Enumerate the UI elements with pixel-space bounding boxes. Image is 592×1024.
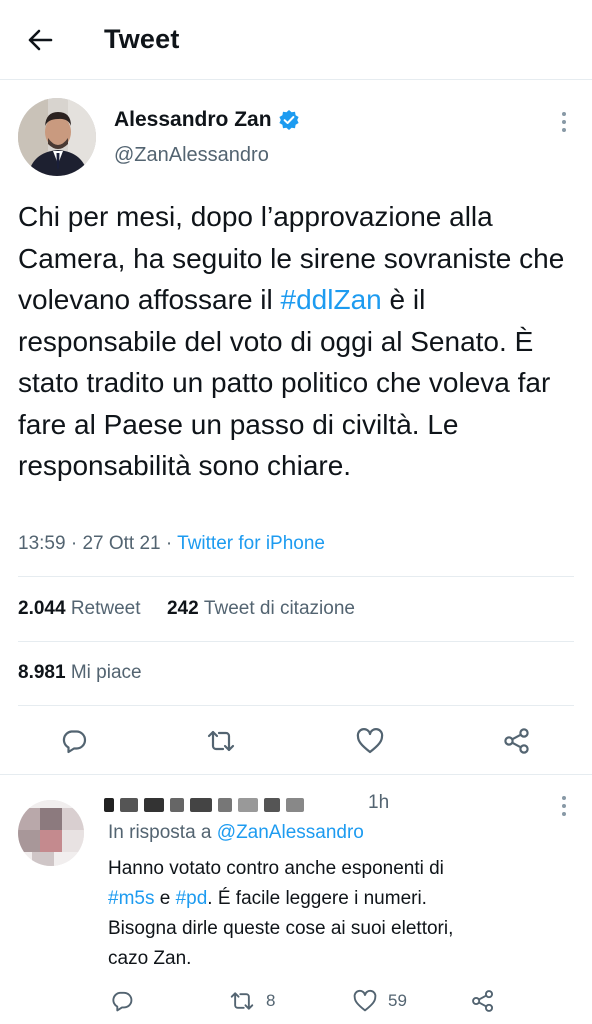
reply-action-bar: 8 59	[0, 986, 592, 1016]
page-title: Tweet	[104, 24, 180, 54]
hashtag-link[interactable]: #ddlZan	[281, 284, 382, 315]
retweets-label: Retweet	[70, 598, 141, 619]
share-button[interactable]	[494, 718, 540, 764]
reply-share-button[interactable]	[470, 986, 496, 1016]
share-icon	[470, 989, 496, 1013]
verified-badge-icon	[278, 109, 300, 131]
quotes-link[interactable]: 242 Tweet di citazione	[167, 598, 355, 619]
reply-text-line: Bisogna dirle queste cose ai suoi eletto…	[108, 918, 454, 939]
quotes-label: Tweet di citazione	[203, 598, 355, 619]
likes-stats[interactable]: 8.981 Mi piace	[18, 662, 142, 684]
separator-dot: ·	[70, 533, 83, 554]
retweets-link[interactable]: 2.044 Retweet	[18, 598, 141, 619]
separator-dot: ·	[165, 533, 178, 554]
reply-icon	[110, 989, 134, 1013]
author-name-text: Alessandro Zan	[114, 108, 272, 131]
reply-text: Hanno votato contro anche esponenti di #…	[108, 854, 568, 974]
divider	[18, 576, 574, 577]
more-options-icon	[562, 796, 566, 816]
likes-count: 8.981	[18, 662, 66, 683]
reply-more-options-button[interactable]	[552, 792, 576, 820]
retweet-icon	[205, 727, 237, 755]
tweet-text: Chi per mesi, dopo l’approvazione alla C…	[18, 196, 578, 487]
section-divider	[0, 774, 592, 775]
hashtag-link[interactable]: #pd	[176, 888, 208, 909]
tweet-time: 13:59	[18, 533, 66, 554]
more-options-icon	[562, 112, 566, 132]
reply-text-line: #m5s e #pd. É facile leggere i numeri.	[108, 884, 568, 914]
hashtag-link[interactable]: #m5s	[108, 888, 154, 909]
like-icon	[352, 989, 378, 1013]
reply-reply-button[interactable]	[110, 986, 134, 1016]
more-options-button[interactable]	[552, 108, 576, 136]
reply-text-part: e	[154, 888, 176, 909]
quotes-count: 242	[166, 598, 199, 619]
tweet-date: 27 Ott 21	[82, 533, 161, 554]
tweet-metadata: 13:59 · 27 Ott 21 · Twitter for iPhone	[18, 533, 325, 555]
divider	[18, 641, 574, 642]
author-avatar[interactable]	[18, 98, 96, 176]
reply-like-count: 59	[388, 991, 407, 1010]
reply-to-line: In risposta a @ZanAlessandro	[108, 822, 364, 844]
tweet-action-bar	[0, 718, 592, 764]
retweet-icon	[228, 989, 256, 1013]
retweets-count: 2.044	[18, 598, 66, 619]
tweet-source-link[interactable]: Twitter for iPhone	[177, 533, 325, 554]
retweet-button[interactable]	[198, 718, 244, 764]
reply-button[interactable]	[51, 718, 97, 764]
reply-author-avatar[interactable]	[18, 800, 84, 866]
reply-text-line: Hanno votato contro anche esponenti di	[108, 858, 444, 879]
back-button[interactable]	[20, 20, 60, 60]
top-bar: Tweet	[0, 0, 592, 80]
retweet-stats: 2.044 Retweet 242 Tweet di citazione	[18, 598, 355, 620]
reply-text-line: cazo Zan.	[108, 948, 192, 969]
reply-to-handle-link[interactable]: @ZanAlessandro	[217, 822, 364, 843]
share-icon	[502, 727, 532, 755]
divider	[18, 705, 574, 706]
reply-to-label: In risposta a	[108, 822, 212, 843]
like-icon	[355, 727, 385, 755]
reply-icon	[60, 727, 88, 755]
reply-retweet-button[interactable]: 8	[228, 986, 275, 1016]
likes-label: Mi piace	[70, 662, 142, 683]
author-name[interactable]: Alessandro Zan	[114, 108, 300, 132]
reply-author-name-redacted[interactable]	[104, 794, 304, 816]
reply-like-button[interactable]: 59	[352, 986, 407, 1016]
back-arrow-icon	[27, 29, 53, 51]
reply-retweet-count: 8	[266, 991, 276, 1010]
author-handle[interactable]: @ZanAlessandro	[114, 144, 269, 167]
like-button[interactable]	[347, 718, 393, 764]
reply-time[interactable]: 1h	[368, 792, 389, 814]
reply-text-part: . É facile leggere i numeri.	[207, 888, 427, 909]
